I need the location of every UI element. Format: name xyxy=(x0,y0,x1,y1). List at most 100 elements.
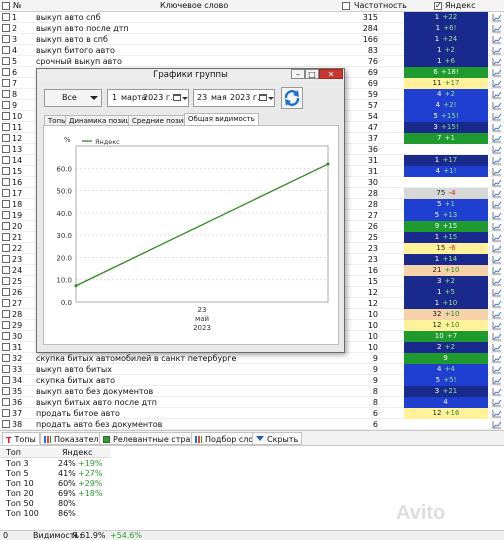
trend-chart-icon[interactable] xyxy=(492,409,502,418)
table-row[interactable]: 37 продать битое авто 6 12 +16 xyxy=(0,408,504,419)
tab-tops[interactable]: T Топы xyxy=(2,432,40,445)
trend-chart-icon[interactable] xyxy=(492,233,502,242)
row-checkbox[interactable] xyxy=(2,277,10,285)
trend-chart-icon[interactable] xyxy=(492,79,502,88)
trend-chart-icon[interactable] xyxy=(492,156,502,165)
date-from-picker[interactable]: 1 марта 2023 г. xyxy=(107,89,189,107)
row-checkbox[interactable] xyxy=(2,409,10,417)
header-yandex[interactable]: Яндекс xyxy=(445,0,475,12)
trend-chart-icon[interactable] xyxy=(492,101,502,110)
table-row[interactable]: 3 выкуп авто в спб 166 1 +24 xyxy=(0,34,504,45)
trend-chart-icon[interactable] xyxy=(492,134,502,143)
trend-chart-icon[interactable] xyxy=(492,277,502,286)
trend-chart-icon[interactable] xyxy=(492,244,502,253)
row-checkbox[interactable] xyxy=(2,145,10,153)
row-checkbox[interactable] xyxy=(2,398,10,406)
trend-chart-icon[interactable] xyxy=(492,387,502,396)
row-checkbox[interactable] xyxy=(2,178,10,186)
trend-chart-icon[interactable] xyxy=(492,310,502,319)
trend-chart-icon[interactable] xyxy=(492,35,502,44)
row-checkbox[interactable] xyxy=(2,134,10,142)
maximize-icon[interactable]: □ xyxy=(305,69,319,79)
trend-chart-icon[interactable] xyxy=(492,68,502,77)
header-num[interactable]: № xyxy=(13,0,21,12)
trend-chart-icon[interactable] xyxy=(492,365,502,374)
row-checkbox[interactable] xyxy=(2,255,10,263)
trend-chart-icon[interactable] xyxy=(492,343,502,352)
trend-chart-icon[interactable] xyxy=(492,24,502,33)
table-row[interactable]: 36 выкуп битых авто после дтп 8 4 xyxy=(0,397,504,408)
table-row[interactable]: 32 скупка битых автомобилей в санкт петер… xyxy=(0,353,504,364)
header-keyword[interactable]: Ключевое слово xyxy=(160,0,228,12)
table-row[interactable]: 35 выкуп авто без документов 8 3 +21 xyxy=(0,386,504,397)
row-checkbox[interactable] xyxy=(2,211,10,219)
table-row[interactable]: 2 выкуп авто после дтп 284 1 +6! xyxy=(0,23,504,34)
date-to-picker[interactable]: 23 мая 2023 г. xyxy=(193,89,275,107)
trend-chart-icon[interactable] xyxy=(492,354,502,363)
trend-chart-icon[interactable] xyxy=(492,123,502,132)
row-checkbox[interactable] xyxy=(2,299,10,307)
close-icon[interactable]: ✕ xyxy=(319,69,343,79)
trend-chart-icon[interactable] xyxy=(492,57,502,66)
header-freq[interactable]: Частотность xyxy=(354,0,407,12)
row-checkbox[interactable] xyxy=(2,244,10,252)
trend-chart-icon[interactable] xyxy=(492,189,502,198)
row-checkbox[interactable] xyxy=(2,112,10,120)
trend-chart-icon[interactable] xyxy=(492,112,502,121)
trend-chart-icon[interactable] xyxy=(492,145,502,154)
row-checkbox[interactable] xyxy=(2,123,10,131)
row-checkbox[interactable] xyxy=(2,101,10,109)
row-checkbox[interactable] xyxy=(2,288,10,296)
table-row[interactable]: 38 продать авто без документов 6 xyxy=(0,419,504,430)
table-row[interactable]: 34 скупка битых авто 9 5 +5! xyxy=(0,375,504,386)
row-checkbox[interactable] xyxy=(2,156,10,164)
row-checkbox[interactable] xyxy=(2,420,10,428)
trend-chart-icon[interactable] xyxy=(492,420,502,429)
trend-chart-icon[interactable] xyxy=(492,167,502,176)
row-checkbox[interactable] xyxy=(2,46,10,54)
tab-metrics[interactable]: Показатели xyxy=(40,432,108,445)
table-row[interactable]: 33 выкуп авто битых 9 4 +4 xyxy=(0,364,504,375)
trend-chart-icon[interactable] xyxy=(492,90,502,99)
tab-hide[interactable]: Скрыть xyxy=(252,432,303,445)
row-checkbox[interactable] xyxy=(2,200,10,208)
row-checkbox[interactable] xyxy=(2,365,10,373)
row-checkbox[interactable] xyxy=(2,233,10,241)
row-checkbox[interactable] xyxy=(2,57,10,65)
trend-chart-icon[interactable] xyxy=(492,266,502,275)
trend-chart-icon[interactable] xyxy=(492,321,502,330)
row-checkbox[interactable] xyxy=(2,90,10,98)
row-checkbox[interactable] xyxy=(2,13,10,21)
group-select[interactable]: Все xyxy=(44,89,102,107)
row-checkbox[interactable] xyxy=(2,387,10,395)
trend-chart-icon[interactable] xyxy=(492,288,502,297)
trend-chart-icon[interactable] xyxy=(492,398,502,407)
row-checkbox[interactable] xyxy=(2,321,10,329)
header-freq-checkbox[interactable] xyxy=(342,0,350,12)
table-row[interactable]: 4 выкуп битого авто 83 1 +2 xyxy=(0,45,504,56)
refresh-button[interactable] xyxy=(281,87,303,109)
trend-chart-icon[interactable] xyxy=(492,13,502,22)
trend-chart-icon[interactable] xyxy=(492,222,502,231)
trend-chart-icon[interactable] xyxy=(492,376,502,385)
row-checkbox[interactable] xyxy=(2,343,10,351)
calendar-icon[interactable] xyxy=(259,94,267,101)
row-checkbox[interactable] xyxy=(2,189,10,197)
minimize-icon[interactable]: – xyxy=(291,69,305,79)
row-checkbox[interactable] xyxy=(2,68,10,76)
trend-chart-icon[interactable] xyxy=(492,299,502,308)
calendar-icon[interactable] xyxy=(173,94,181,101)
row-checkbox[interactable] xyxy=(2,266,10,274)
trend-chart-icon[interactable] xyxy=(492,332,502,341)
row-checkbox[interactable] xyxy=(2,332,10,340)
trend-chart-icon[interactable] xyxy=(492,211,502,220)
table-row[interactable]: 1 выкуп авто спб 315 1 +22 xyxy=(0,12,504,23)
trend-chart-icon[interactable] xyxy=(492,178,502,187)
row-checkbox[interactable] xyxy=(2,79,10,87)
trend-chart-icon[interactable] xyxy=(492,46,502,55)
row-checkbox[interactable] xyxy=(2,354,10,362)
trend-chart-icon[interactable] xyxy=(492,255,502,264)
row-checkbox[interactable] xyxy=(2,376,10,384)
row-checkbox[interactable] xyxy=(2,167,10,175)
header-select-all[interactable] xyxy=(2,0,10,12)
